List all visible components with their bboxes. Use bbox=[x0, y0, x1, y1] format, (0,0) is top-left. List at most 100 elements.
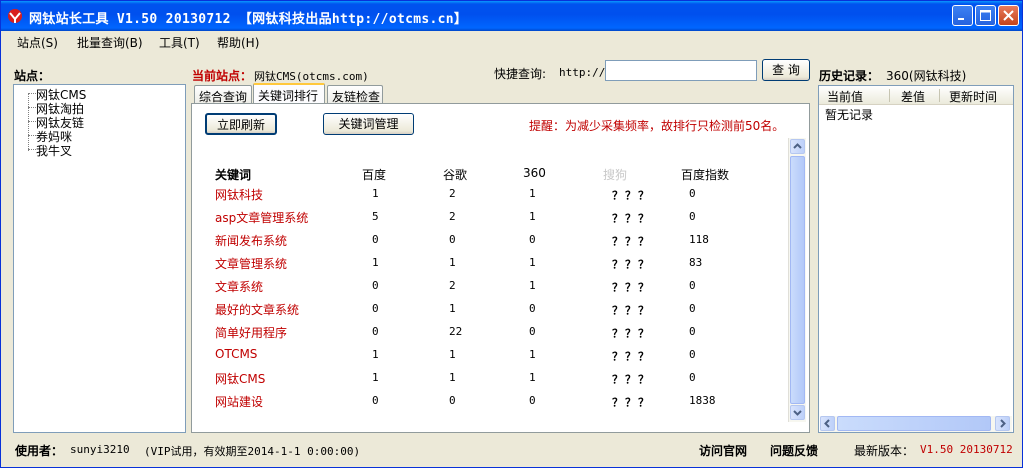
cell-sogou: ？？？ bbox=[612, 396, 651, 409]
latest-version-value: V1.50 20130712 bbox=[920, 443, 1013, 456]
tree-item-woniucha[interactable]: 我牛叉 bbox=[36, 142, 72, 159]
cell-sogou: ？？？ bbox=[612, 258, 651, 271]
chevron-left-icon bbox=[824, 419, 830, 428]
cell-sogou: ？？？ bbox=[612, 235, 651, 248]
menu-site[interactable]: 站点(S) bbox=[17, 34, 58, 51]
cell-360: 1 bbox=[529, 210, 536, 223]
cell-google: 26 bbox=[449, 417, 463, 430]
menu-tools[interactable]: 工具(T) bbox=[159, 34, 200, 51]
cell-keyword[interactable]: 网站建设 bbox=[215, 393, 263, 410]
keyword-manage-button[interactable]: 关键词管理 bbox=[323, 113, 414, 135]
license-text: (VIP试用，有效期至2014-1-1 0:00:00) bbox=[144, 445, 361, 458]
cell-sogou: ？？？ bbox=[612, 281, 651, 294]
hscroll-thumb[interactable] bbox=[837, 416, 991, 431]
menu-batch-query[interactable]: 批量查询(B) bbox=[77, 34, 143, 51]
cell-google: 1 bbox=[449, 371, 456, 384]
sites-tree[interactable]: 网钛CMS 网钛淘拍 网钛友链 券妈咪 我牛叉 bbox=[13, 84, 186, 433]
cell-keyword[interactable]: 网钛科技 bbox=[215, 186, 263, 203]
cell-keyword[interactable]: 简单好用程序 bbox=[215, 324, 287, 341]
feedback-link[interactable]: 问题反馈 bbox=[770, 442, 818, 459]
tree-connector bbox=[28, 93, 29, 151]
minimize-icon bbox=[958, 18, 964, 20]
url-input[interactable] bbox=[605, 60, 757, 81]
cell-360: 1 bbox=[529, 348, 536, 361]
title-bar[interactable]: 网钛站长工具 V1.50 20130712 【网钛科技出品http://otcm… bbox=[1, 1, 1022, 31]
cell-baidu: 0 bbox=[372, 417, 379, 430]
table-scrollbar[interactable] bbox=[788, 138, 806, 422]
menu-bar: 站点(S) 批量查询(B) 工具(T) 帮助(H) bbox=[1, 31, 1022, 53]
history-col-time[interactable]: 更新时间 bbox=[949, 88, 997, 105]
cell-sogou: ？？？ bbox=[612, 304, 651, 317]
cell-keyword[interactable]: 新闻发布系统 bbox=[215, 232, 287, 249]
history-col-current[interactable]: 当前值 bbox=[827, 88, 863, 105]
history-hscrollbar[interactable] bbox=[820, 416, 1012, 432]
scroll-right-button[interactable] bbox=[995, 416, 1010, 431]
tab-keyword-rank[interactable]: 关键词排行 bbox=[253, 83, 325, 105]
cell-360: 0 bbox=[529, 302, 536, 315]
history-col-diff[interactable]: 差值 bbox=[901, 88, 925, 105]
chevron-down-icon bbox=[793, 410, 802, 416]
history-list[interactable]: 当前值 差值 更新时间 暂无记录 bbox=[818, 85, 1014, 433]
close-button[interactable] bbox=[998, 5, 1019, 26]
cell-baidu-index: 0 bbox=[689, 348, 696, 361]
cell-360: 1 bbox=[529, 371, 536, 384]
cell-sogou: ？？？ bbox=[612, 350, 651, 363]
cell-google: 2 bbox=[449, 279, 456, 292]
cell-keyword[interactable]: 文章管理系统 bbox=[215, 255, 287, 272]
cell-baidu-index: 0 bbox=[689, 417, 696, 430]
cell-google: 1 bbox=[449, 302, 456, 315]
cell-google: 0 bbox=[449, 233, 456, 246]
cell-google: 2 bbox=[449, 187, 456, 200]
tree-connector bbox=[28, 107, 36, 108]
cell-keyword[interactable]: 文章系统 bbox=[215, 278, 263, 295]
cell-baidu-index: 0 bbox=[689, 325, 696, 338]
cell-baidu-index: 118 bbox=[689, 233, 709, 246]
sites-label: 站点： bbox=[14, 69, 51, 83]
menu-help[interactable]: 帮助(H) bbox=[217, 34, 259, 51]
cell-360: 1 bbox=[529, 187, 536, 200]
column-divider bbox=[889, 89, 890, 102]
maximize-icon bbox=[980, 10, 991, 21]
cell-baidu-index: 1838 bbox=[689, 394, 716, 407]
cell-google: 1 bbox=[449, 256, 456, 269]
minimize-button[interactable] bbox=[952, 5, 973, 26]
current-site-label: 当前站点： bbox=[192, 69, 253, 83]
cell-baidu-index: 0 bbox=[689, 279, 696, 292]
history-label: 历史记录： bbox=[819, 69, 880, 83]
cell-keyword[interactable]: 简单实用程序 bbox=[215, 416, 287, 433]
user-name: sunyi3210 bbox=[70, 443, 130, 456]
scroll-left-button[interactable] bbox=[820, 416, 835, 431]
user-label: 使用者： bbox=[15, 444, 64, 458]
tree-connector bbox=[28, 121, 36, 122]
cell-360: 0 bbox=[529, 394, 536, 407]
url-prefix: http:// bbox=[559, 66, 606, 79]
query-button[interactable]: 查 询 bbox=[762, 59, 810, 81]
scroll-up-button[interactable] bbox=[790, 139, 805, 154]
scroll-thumb[interactable] bbox=[790, 156, 805, 404]
maximize-button[interactable] bbox=[975, 5, 996, 26]
latest-version-label: 最新版本： bbox=[854, 444, 915, 458]
cell-keyword[interactable]: 最好的文章系统 bbox=[215, 301, 299, 318]
tab-link-check[interactable]: 友链检查 bbox=[327, 85, 383, 105]
app-window: 网钛站长工具 V1.50 20130712 【网钛科技出品http://otcm… bbox=[0, 0, 1023, 468]
notice-text: 提醒：为减少采集频率，故排行只检测前50名。 bbox=[529, 119, 785, 133]
cell-keyword[interactable]: 网钛CMS bbox=[215, 370, 265, 387]
app-logo-icon bbox=[8, 9, 22, 23]
window-title: 网钛站长工具 V1.50 20130712 【网钛科技出品http://otcm… bbox=[29, 12, 468, 27]
col-sogou: 搜狗 bbox=[603, 168, 628, 182]
cell-google: 22 bbox=[449, 325, 463, 338]
tree-connector bbox=[28, 149, 36, 150]
column-divider bbox=[939, 89, 940, 102]
cell-sogou: ？？？ bbox=[612, 419, 651, 432]
cell-keyword[interactable]: asp文章管理系统 bbox=[215, 209, 308, 226]
cell-sogou: ？？？ bbox=[612, 373, 651, 386]
refresh-button[interactable]: 立即刷新 bbox=[205, 113, 277, 135]
tab-overview[interactable]: 综合查询 bbox=[194, 85, 252, 105]
cell-keyword[interactable]: OTCMS bbox=[215, 347, 257, 361]
history-header: 当前值 差值 更新时间 bbox=[819, 86, 1013, 105]
cell-360: 0 bbox=[529, 233, 536, 246]
visit-site-link[interactable]: 访问官网 bbox=[699, 442, 747, 459]
cell-baidu-index: 0 bbox=[689, 302, 696, 315]
col-google: 谷歌 bbox=[443, 168, 468, 182]
scroll-down-button[interactable] bbox=[790, 405, 805, 420]
